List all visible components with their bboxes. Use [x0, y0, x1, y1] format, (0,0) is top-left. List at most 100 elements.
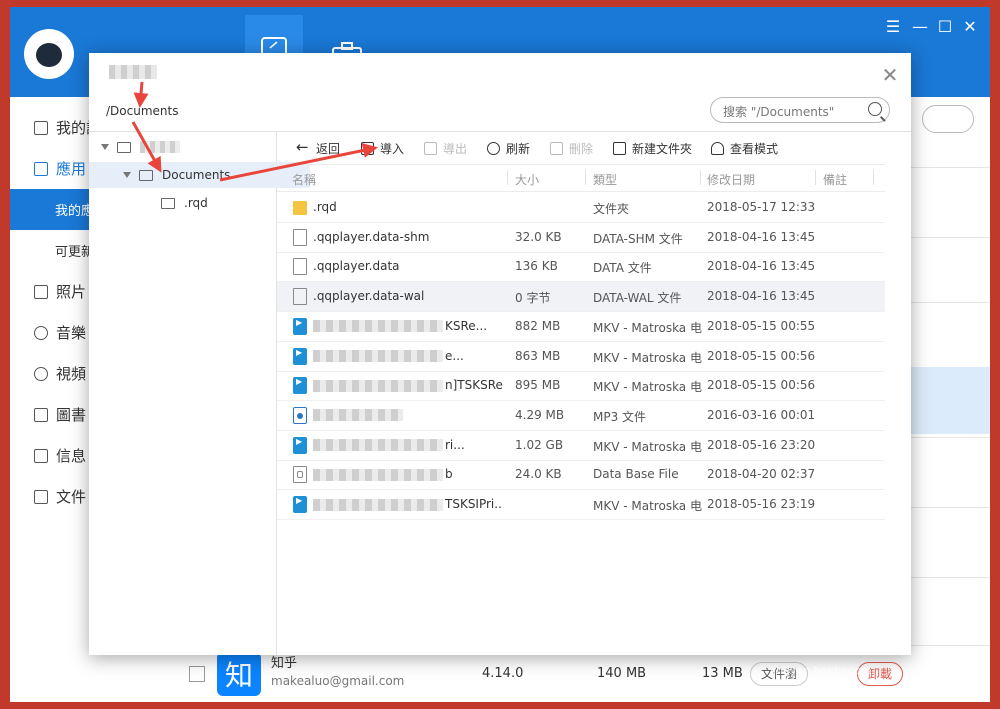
column-separator[interactable]	[585, 170, 586, 185]
file-name: b	[313, 467, 503, 481]
column-separator[interactable]	[815, 170, 816, 185]
search-placeholder: 搜索 "/Documents"	[723, 105, 835, 119]
close-window-button[interactable]: ✕	[960, 17, 980, 36]
phone-icon	[34, 120, 48, 135]
file-row[interactable]: ri... 1.02 GB MKV - Matroska 电 2018-05-16 2…	[277, 431, 885, 461]
file-name: KSRe...	[313, 319, 503, 333]
app-size: 140 MB	[597, 666, 647, 681]
close-icon[interactable]: ✕	[879, 63, 901, 87]
file-row[interactable]: KSRe... 882 MB MKV - Matroska 电 2018-05-15 …	[277, 312, 885, 342]
sidebar-item-label: 視頻	[56, 365, 87, 383]
file-name-redacted	[313, 498, 443, 511]
file-size: 24.0 KB	[515, 467, 562, 482]
sidebar-item-label: 文件	[56, 488, 87, 506]
new-folder-button[interactable]: 新建文件夾	[613, 140, 692, 157]
sidebar-item-label: 音樂	[56, 324, 87, 342]
file-name: e...	[313, 349, 503, 363]
video-file-icon	[293, 496, 307, 513]
file-date: 2018-05-15 00:56	[707, 348, 816, 363]
search-icon[interactable]	[868, 102, 882, 116]
file-size: 32.0 KB	[515, 229, 562, 244]
back-button[interactable]: 返回	[296, 138, 341, 157]
column-header-note[interactable]: 備註	[823, 171, 847, 188]
search-input[interactable]: 搜索 "/Documents"	[710, 97, 890, 123]
file-name-visible-part: e...	[445, 348, 464, 363]
file-row[interactable]: 4.29 MB MP3 文件 2016-03-16 00:01	[277, 401, 885, 431]
minimize-button[interactable]: —	[910, 17, 930, 36]
menu-icon[interactable]: ☰	[883, 17, 903, 36]
book-icon	[34, 407, 48, 422]
import-icon	[361, 142, 374, 155]
file-name-visible-part: KSRe...	[445, 318, 488, 333]
file-row[interactable]: .qqplayer.data-shm 32.0 KB DATA-SHM 文件 2018…	[277, 223, 885, 253]
column-separator[interactable]	[700, 170, 701, 185]
delete-label: 刪除	[569, 142, 594, 156]
column-header-size[interactable]: 大小	[515, 171, 539, 188]
file-row[interactable]: e... 863 MB MKV - Matroska 电 2018-05-15 00:…	[277, 342, 885, 372]
file-type: MKV - Matroska 电	[593, 380, 702, 395]
delete-button[interactable]: 刪除	[550, 140, 593, 157]
column-header-type[interactable]: 類型	[593, 171, 617, 188]
file-name-redacted	[313, 409, 403, 422]
sidebar-item-label: 應用	[56, 160, 87, 178]
folder-icon	[293, 201, 307, 215]
column-separator[interactable]	[507, 170, 508, 185]
file-row[interactable]: .rqd 文件夾 2018-05-17 12:33	[277, 193, 885, 223]
file-date: 2018-04-20 02:37	[707, 467, 816, 482]
app-data-size: 13 MB	[702, 666, 743, 681]
back-label: 返回	[316, 142, 341, 156]
file-date: 2018-04-16 13:45	[707, 289, 816, 304]
refresh-icon	[487, 142, 500, 155]
sidebar-item-label: 照片	[56, 283, 87, 301]
file-date: 2018-05-15 00:56	[707, 378, 816, 393]
file-name-visible-part: ri...	[445, 437, 465, 452]
export-button[interactable]: 導出	[424, 140, 467, 157]
back-arrow-icon	[296, 138, 310, 156]
file-name-redacted	[313, 350, 443, 362]
tree-item-label: Documents	[162, 168, 231, 182]
file-row[interactable]: n]TSKSRe... 895 MB MKV - Matroska 电 2018-05…	[277, 371, 885, 402]
row-checkbox[interactable]	[189, 666, 205, 682]
chevron-down-icon[interactable]	[101, 144, 109, 150]
app-search-input[interactable]	[922, 105, 974, 133]
file-icon	[293, 258, 307, 276]
folder-icon	[34, 489, 48, 504]
file-row[interactable]: TSKSIPri... MKV - Matroska 电 2018-05-16 23…	[277, 490, 885, 520]
column-header-date[interactable]: 修改日期	[707, 171, 755, 188]
file-name: .rqd	[313, 200, 337, 214]
file-date: 2018-05-16 23:19	[707, 497, 816, 511]
file-size: 882 MB	[515, 318, 561, 333]
column-header-name[interactable]: 名稱	[292, 171, 316, 188]
file-date: 2018-05-16 23:20	[707, 437, 816, 452]
file-icon	[293, 288, 307, 306]
view-mode-button[interactable]: 查看模式	[711, 140, 778, 157]
message-icon	[34, 448, 48, 463]
file-size: 4.29 MB	[515, 407, 565, 422]
refresh-label: 刷新	[506, 142, 531, 156]
audio-file-icon	[293, 406, 307, 424]
tree-item-root[interactable]	[89, 134, 288, 160]
file-row[interactable]: .qqplayer.data-wal 0 字节 DATA-WAL 文件 2018-04…	[277, 282, 885, 313]
file-type: MKV - Matroska 电	[593, 320, 702, 335]
file-row[interactable]: b 24.0 KB Data Base File 2018-04-20 02:37	[277, 460, 885, 491]
view-mode-label: 查看模式	[730, 142, 779, 156]
file-size: 1.02 GB	[515, 437, 564, 452]
file-size: 0 字节	[515, 291, 551, 306]
file-name-redacted	[313, 439, 443, 452]
import-button[interactable]: 導入	[361, 140, 404, 157]
video-icon	[34, 366, 48, 381]
chevron-down-icon[interactable]	[123, 172, 131, 178]
maximize-button[interactable]: ☐	[935, 17, 955, 36]
grid-icon	[34, 161, 48, 176]
column-separator[interactable]	[873, 170, 874, 185]
watermark-logo: Bai经验	[762, 605, 868, 638]
video-file-icon	[293, 377, 307, 395]
file-name: .qqplayer.data	[313, 259, 400, 274]
tree-item-label: .rqd	[184, 196, 208, 210]
file-date: 2018-05-17 12:33	[707, 200, 816, 214]
file-row[interactable]: .qqplayer.data 136 KB DATA 文件 2018-04-16 13…	[277, 252, 885, 283]
refresh-button[interactable]: 刷新	[487, 140, 530, 157]
new-folder-label: 新建文件夾	[632, 142, 693, 156]
app-account: makealuo@gmail.com	[271, 674, 405, 688]
dialog-title-blurred	[109, 65, 157, 79]
